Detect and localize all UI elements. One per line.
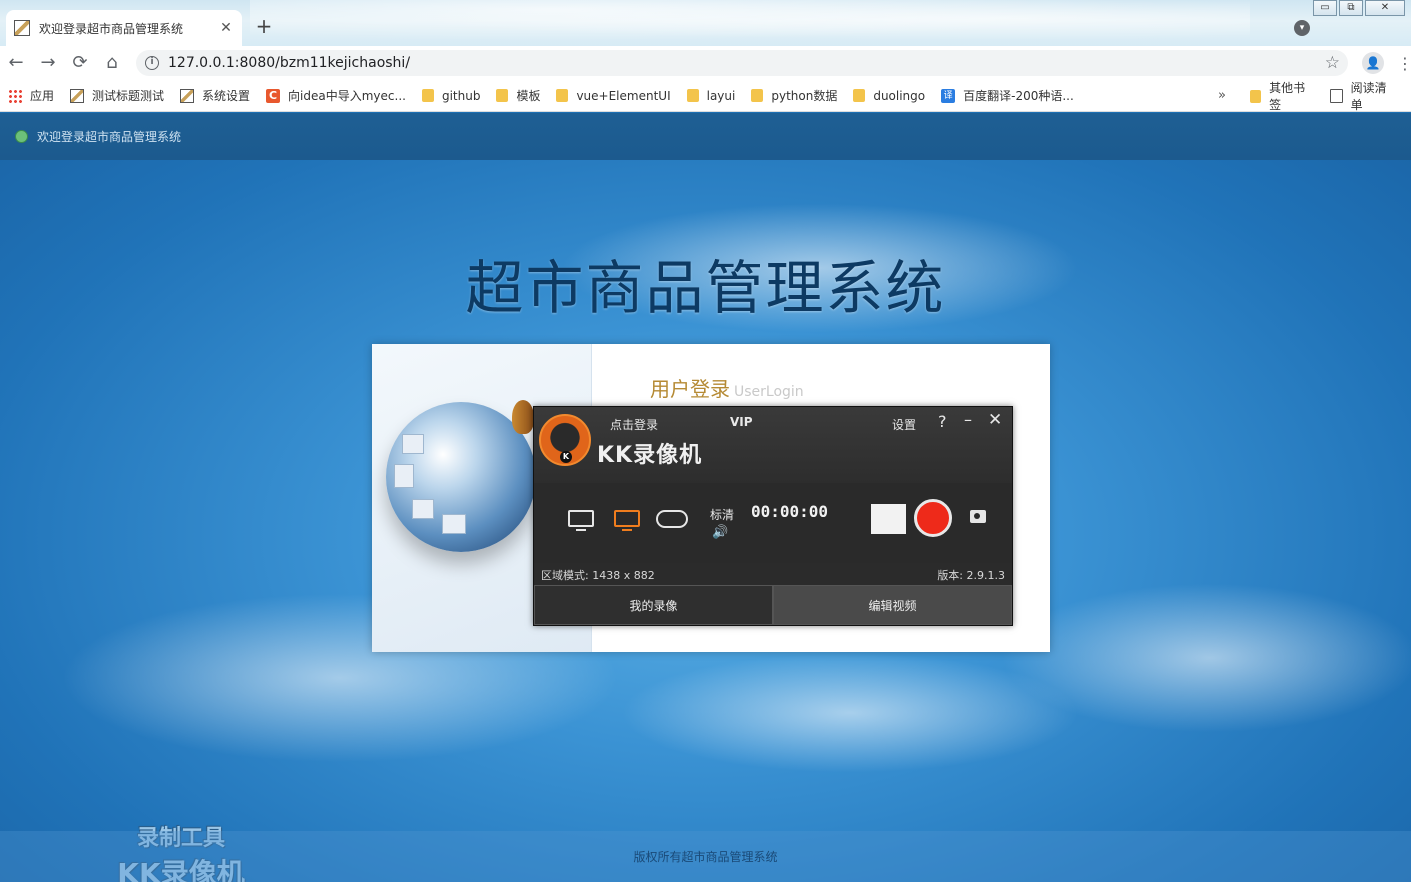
bookmark-folder[interactable]: python数据: [751, 87, 837, 104]
kk-login-link[interactable]: 点击登录: [610, 416, 658, 433]
bookmark-folder[interactable]: github: [421, 89, 480, 103]
kk-header: KK录像机 点击登录 VIP 设置 ? – ✕: [534, 407, 1012, 483]
profile-dropdown-icon[interactable]: ▾: [1294, 20, 1310, 36]
version-text: 版本: 2.9.1.3: [937, 569, 1005, 582]
folder-icon: [496, 89, 509, 102]
kk-controls: 标清 00:00:00 🔊: [534, 483, 1012, 563]
forward-arrow-icon[interactable]: →: [32, 47, 64, 79]
background-cloud: [620, 653, 1080, 773]
image-icon: [70, 88, 85, 103]
bookmark-folder[interactable]: duolingo: [853, 89, 925, 103]
browser-tab[interactable]: 欢迎登录超市商品管理系统 ✕: [6, 10, 242, 46]
login-heading-en: UserLogin: [734, 384, 804, 400]
account-icon[interactable]: 👤: [1362, 52, 1384, 74]
bookmark-item[interactable]: 译百度翻译-200种语...: [941, 87, 1074, 104]
reading-list[interactable]: 阅读清单: [1329, 79, 1395, 113]
bookmark-apps[interactable]: 应用: [8, 87, 54, 104]
folder-icon: [556, 89, 569, 102]
page-header: 欢迎登录超市商品管理系统: [0, 113, 1411, 160]
my-recordings-button[interactable]: 我的录像: [534, 585, 773, 625]
browser-titlebar: 欢迎登录超市商品管理系统 ✕ + ▾ ▭ ⧉ ✕: [0, 0, 1411, 46]
screenshot-camera-icon[interactable]: [970, 510, 986, 523]
system-title: 超市商品管理系统: [465, 254, 946, 322]
back-arrow-icon[interactable]: ←: [0, 47, 32, 79]
close-window-button[interactable]: ✕: [1365, 0, 1405, 16]
browser-menu-icon[interactable]: ⋮: [1397, 54, 1411, 73]
record-button[interactable]: [914, 499, 952, 537]
region-mode-icon[interactable]: [614, 510, 640, 531]
site-info-icon[interactable]: i: [145, 56, 159, 70]
bookmark-folder[interactable]: 模板: [496, 87, 540, 104]
apps-grid-icon: [8, 88, 22, 103]
login-heading-cn: 用户登录: [650, 377, 730, 401]
folder-icon: [686, 89, 699, 102]
fullscreen-mode-icon[interactable]: [568, 510, 594, 531]
window-controls: ▭ ⧉ ✕: [1311, 0, 1405, 16]
address-bar[interactable]: i 127.0.0.1:8080/bzm11kejichaoshi/ ☆: [136, 50, 1348, 76]
puzzle-piece: [394, 464, 414, 488]
new-tab-button[interactable]: +: [252, 14, 276, 38]
bookmark-item[interactable]: C 向idea中导入myec...: [266, 87, 406, 104]
bookmark-folder[interactable]: vue+ElementUI: [556, 89, 671, 103]
kk-raccoon-logo-icon: [539, 414, 591, 466]
folder-icon: [751, 89, 764, 102]
stop-button[interactable]: [871, 504, 906, 534]
login-heading: 用户登录 UserLogin: [650, 373, 804, 402]
site-logo-icon: [15, 130, 28, 143]
folder-icon: [1250, 89, 1262, 103]
kk-vip-link[interactable]: VIP: [730, 415, 753, 429]
bookmark-item[interactable]: 系统设置: [180, 87, 250, 104]
kk-settings-button[interactable]: 设置: [892, 416, 916, 433]
browser-toolbar: ← → ⟳ ⌂ i 127.0.0.1:8080/bzm11kejichaosh…: [0, 46, 1411, 80]
home-icon[interactable]: ⌂: [96, 47, 128, 79]
c-icon: C: [266, 88, 281, 103]
page-header-text: 欢迎登录超市商品管理系统: [37, 130, 182, 144]
bookmarks-bar: 应用 测试标题测试 系统设置 C 向idea中导入myec... github 模…: [0, 80, 1411, 112]
reload-icon[interactable]: ⟳: [64, 47, 96, 79]
bookmark-folder[interactable]: layui: [686, 89, 735, 103]
edit-video-button[interactable]: 编辑视频: [773, 585, 1012, 625]
kk-minimize-icon[interactable]: –: [964, 410, 972, 429]
puzzle-piece: [442, 514, 466, 534]
minimize-window-button[interactable]: ▭: [1313, 0, 1337, 16]
tab-favicon-icon: [14, 20, 30, 36]
tab-title: 欢迎登录超市商品管理系统: [39, 21, 184, 36]
url-text[interactable]: 127.0.0.1:8080/bzm11kejichaoshi/: [168, 55, 1325, 71]
volume-icon[interactable]: 🔊: [712, 525, 728, 540]
recording-timer: 00:00:00: [751, 502, 829, 521]
reading-list-icon: [1329, 89, 1343, 103]
bookmark-star-icon[interactable]: ☆: [1325, 53, 1340, 73]
game-mode-icon[interactable]: [656, 510, 688, 528]
tab-close-icon[interactable]: ✕: [218, 20, 234, 36]
butterfly-icon: [512, 400, 534, 434]
kk-help-icon[interactable]: ?: [938, 412, 947, 431]
kk-recorder-window: KK录像机 点击登录 VIP 设置 ? – ✕ 标清 00:00:00 🔊 区域…: [533, 406, 1013, 626]
kk-brand: KK录像机: [597, 443, 703, 468]
image-icon: [180, 88, 195, 103]
other-bookmarks[interactable]: 其他书签: [1250, 79, 1314, 113]
folder-icon: [853, 89, 866, 102]
folder-icon: [421, 89, 434, 102]
restore-window-button[interactable]: ⧉: [1339, 0, 1363, 16]
kk-close-icon[interactable]: ✕: [988, 410, 1002, 430]
bookmarks-overflow-button[interactable]: »: [1218, 88, 1226, 103]
kk-bottom-tabs: 我的录像 编辑视频: [534, 585, 1012, 625]
puzzle-piece: [412, 499, 434, 519]
copyright-footer: 版权所有超市商品管理系统: [0, 831, 1411, 882]
bookmarks-right: 其他书签 阅读清单: [1250, 80, 1411, 112]
puzzle-piece: [402, 434, 424, 454]
translate-icon: 译: [941, 88, 956, 103]
quality-selector[interactable]: 标清: [710, 506, 734, 523]
bookmark-item[interactable]: 测试标题测试: [70, 87, 164, 104]
region-mode-text: 区域模式: 1438 x 882: [541, 569, 655, 582]
